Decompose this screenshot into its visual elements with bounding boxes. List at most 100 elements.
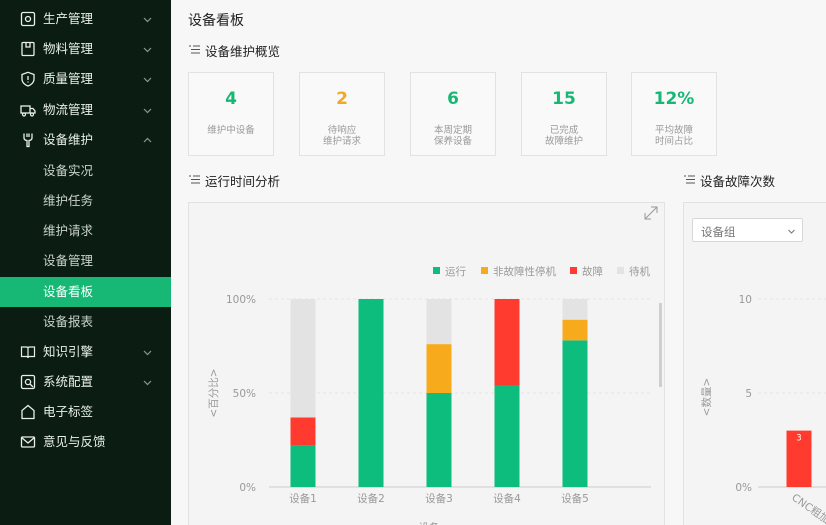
x-tick-label: 设备3 <box>425 492 453 505</box>
scrollbar[interactable] <box>659 303 662 387</box>
sidebar-item-label: 维护请求 <box>43 223 94 238</box>
chevron-down-icon <box>143 17 152 23</box>
bar-segment[interactable] <box>426 344 452 393</box>
bar-segment[interactable] <box>562 299 588 320</box>
x-tick-label: 设备2 <box>357 492 385 505</box>
stat-value: 12% <box>653 89 695 109</box>
shield-icon <box>21 71 35 87</box>
bar-segment[interactable] <box>290 299 316 418</box>
stat-value: 6 <box>447 89 459 109</box>
sidebar-item-label: 意见与反馈 <box>43 434 106 449</box>
legend-label[interactable]: 故障 <box>582 265 603 278</box>
truck-icon <box>20 105 36 117</box>
sidebar-item-knowledge-engine[interactable]: 知识引擎 <box>0 337 171 367</box>
stat-card: 15 已完成 故障维护 <box>521 72 607 156</box>
chevron-down-icon <box>143 350 152 356</box>
list-icon <box>684 175 695 184</box>
chevron-up-icon <box>143 137 152 143</box>
sidebar-item-feedback[interactable]: 意见与反馈 <box>0 427 171 457</box>
y-tick-label: 5 <box>745 388 752 400</box>
sidebar-item-label: 物流管理 <box>43 102 94 117</box>
fault-count-section-title: 设备故障次数 <box>700 174 776 189</box>
y-tick-label: 50% <box>233 388 256 400</box>
stat-card: 6 本周定期 保养设备 <box>410 72 496 156</box>
sidebar-item-quality[interactable]: 质量管理 <box>0 64 171 94</box>
legend-label[interactable]: 非故障性停机 <box>493 265 556 278</box>
sidebar-item-e-labels[interactable]: 电子标签 <box>0 397 171 427</box>
chevron-down-icon <box>143 77 152 83</box>
bar-segment[interactable] <box>562 319 588 341</box>
legend-label[interactable]: 待机 <box>629 265 650 278</box>
stat-value: 15 <box>552 89 576 109</box>
stat-card: 2 待响应 维护请求 <box>299 72 385 156</box>
tag-icon <box>21 404 35 420</box>
stat-card: 12% 平均故障 时间占比 <box>631 72 717 156</box>
legend-swatch <box>433 267 440 274</box>
stat-label: 本周定期 保养设备 <box>433 125 472 147</box>
x-axis-label: 设备 <box>419 521 440 525</box>
bar-segment[interactable] <box>358 299 384 487</box>
sidebar-item-system-config[interactable]: 系统配置 <box>0 367 171 397</box>
chevron-down-icon <box>143 380 152 386</box>
chevron-down-icon <box>143 108 152 114</box>
wrench-icon <box>23 133 33 148</box>
sidebar-item-label: 设备实况 <box>43 163 94 178</box>
mail-icon <box>20 436 36 448</box>
stat-value: 4 <box>225 89 237 109</box>
legend-swatch <box>481 267 488 274</box>
bar-segment[interactable] <box>426 299 452 345</box>
sidebar-item-label: 设备看板 <box>43 284 94 299</box>
y-tick-label: 100% <box>226 294 256 306</box>
x-tick-label: 设备1 <box>289 492 317 505</box>
runtime-chart-panel: 运行 非故障性停机 故障 待机 0% 50% 100% <百分比> 设备 设备1 设备2 设备3 设备… <box>188 202 665 525</box>
book-icon <box>20 346 36 359</box>
legend-swatch <box>570 267 577 274</box>
sidebar-subitem-maintenance-requests[interactable]: 维护请求 <box>0 216 171 246</box>
data-label: 3 <box>796 434 801 444</box>
overview-section-title: 设备维护概览 <box>205 44 281 59</box>
sidebar-item-materials[interactable]: 物料管理 <box>0 34 171 64</box>
x-tick-label: CNC粗加 <box>789 492 826 525</box>
sidebar-item-label: 生产管理 <box>43 11 94 26</box>
gear-icon <box>20 374 36 390</box>
sidebar-item-label: 知识引擎 <box>43 344 94 359</box>
list-icon <box>189 45 200 54</box>
legend-label[interactable]: 运行 <box>445 265 466 278</box>
sidebar-item-label: 系统配置 <box>43 374 94 389</box>
bar-segment[interactable] <box>426 393 452 487</box>
sidebar-item-label: 电子标签 <box>43 404 94 419</box>
x-tick-label: 设备4 <box>493 492 521 505</box>
y-axis-label: <百分比> <box>207 368 220 417</box>
stat-card: 4 维护中设备 <box>188 72 274 156</box>
sidebar-item-logistics[interactable]: 物流管理 <box>0 95 171 125</box>
bar-segment[interactable] <box>494 385 520 487</box>
main-content: 设备看板 设备维护概览 4 维护中设备 2 待响应 维护请求 6 本周定期 保养… <box>171 0 826 525</box>
bar-segment[interactable] <box>290 417 316 446</box>
y-tick-label: 10 <box>739 294 752 306</box>
sidebar-item-label: 物料管理 <box>43 41 94 56</box>
sidebar-subitem-maintenance-tasks[interactable]: 维护任务 <box>0 186 171 216</box>
x-tick-label: 设备5 <box>561 492 589 505</box>
sidebar-item-label: 设备管理 <box>43 253 94 268</box>
fault-chart-panel: 设备组 3 0% 5 10 <数量> CNC粗加 <box>683 202 826 525</box>
page-title: 设备看板 <box>188 13 244 29</box>
sidebar-item-production[interactable]: 生产管理 <box>0 4 171 34</box>
expand-icon[interactable] <box>644 206 658 220</box>
sidebar-subitem-equipment-management[interactable]: 设备管理 <box>0 246 171 276</box>
bar-segment[interactable] <box>562 340 588 487</box>
sidebar-item-label: 质量管理 <box>43 71 94 86</box>
legend-swatch <box>617 267 624 274</box>
bar-segment[interactable] <box>494 299 520 386</box>
chevron-down-icon <box>143 47 152 53</box>
y-axis-label: <数量> <box>700 378 713 417</box>
sidebar-subitem-equipment-reports[interactable]: 设备报表 <box>0 307 171 337</box>
bar-segment[interactable] <box>290 445 316 487</box>
sidebar-item-label: 维护任务 <box>43 193 94 208</box>
list-icon <box>189 175 200 184</box>
sidebar-subitem-equipment-dashboard[interactable]: 设备看板 <box>0 277 171 307</box>
sidebar-item-equipment-maintenance[interactable]: 设备维护 <box>0 125 171 155</box>
stat-label: 平均故障 时间占比 <box>654 125 693 147</box>
runtime-section-title: 运行时间分析 <box>205 174 281 189</box>
sidebar-subitem-equipment-status[interactable]: 设备实况 <box>0 156 171 186</box>
stat-label: 待响应 维护请求 <box>322 125 361 147</box>
